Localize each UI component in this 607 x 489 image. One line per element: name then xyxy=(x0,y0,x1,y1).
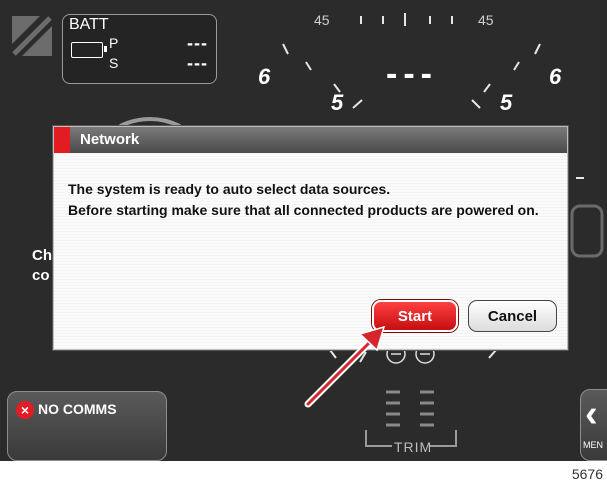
gauge-label-5-left: 5 xyxy=(331,90,344,115)
scale-right-label: 45 xyxy=(478,12,494,28)
start-button[interactable]: Start xyxy=(372,300,458,332)
dialog-message: The system is ready to auto select data … xyxy=(68,179,539,221)
dialog-accent xyxy=(54,127,70,153)
figure-caption: 5676 xyxy=(571,466,603,482)
dialog-title: Network xyxy=(80,131,140,148)
gauge-label-6-right: 6 xyxy=(549,64,562,89)
no-comms-button[interactable]: × NO COMMS xyxy=(7,391,167,461)
chevron-left-icon: ‹ xyxy=(585,393,598,435)
gauge-screen: BATT P S --- --- 45 45 6 5 5 6 --- Ch co… xyxy=(0,0,607,461)
dialog-header: Network xyxy=(54,127,567,153)
no-comms-label: NO COMMS xyxy=(38,401,117,417)
side-text-line2: co xyxy=(32,267,50,284)
cancel-button[interactable]: Cancel xyxy=(468,300,557,332)
menu-button[interactable]: ‹ MEN xyxy=(580,389,607,461)
gauge-label-5-right: 5 xyxy=(500,90,513,115)
trim-tab-icon xyxy=(386,390,434,427)
dialog-message-line1: The system is ready to auto select data … xyxy=(68,181,391,197)
side-text-line1: Ch xyxy=(32,247,52,264)
gauge-label-6-left: 6 xyxy=(258,64,271,89)
no-comms-x-icon: × xyxy=(16,401,34,419)
dialog-message-line2: Before starting make sure that all conne… xyxy=(68,202,539,218)
network-dialog: Network The system is ready to auto sele… xyxy=(53,126,568,350)
gauge-center-value: --- xyxy=(386,55,438,93)
trim-label: TRIM xyxy=(394,439,433,455)
scale-left-label: 45 xyxy=(314,12,330,28)
menu-label: MEN xyxy=(583,440,603,450)
